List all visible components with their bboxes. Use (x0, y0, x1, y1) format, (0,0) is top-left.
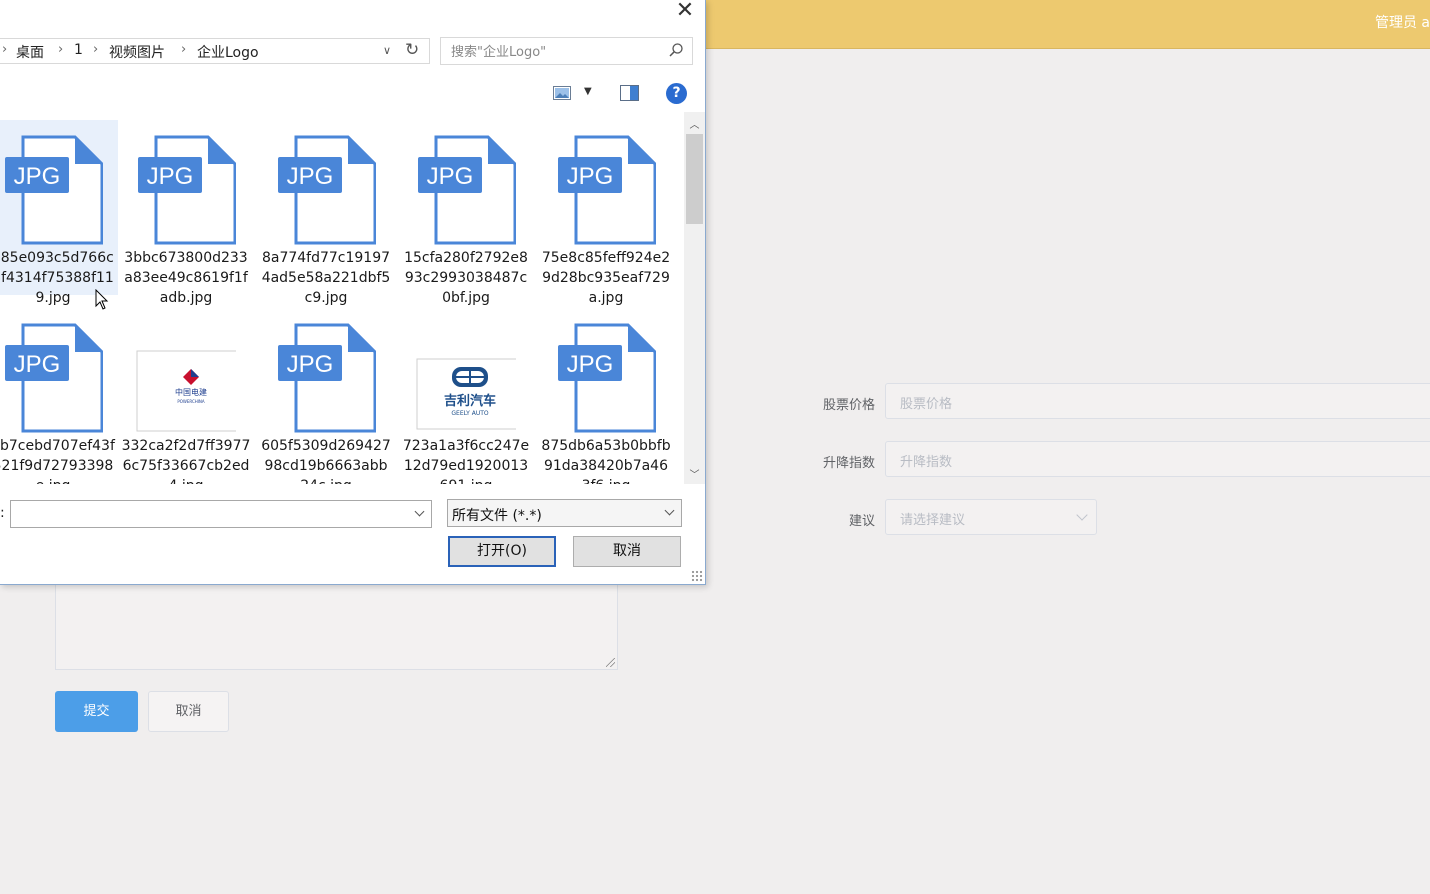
file-type-filter[interactable]: 所有文件 (*.*) (447, 499, 682, 527)
svg-text:GEELY AUTO: GEELY AUTO (451, 410, 489, 417)
index-label: 升降指数 (822, 456, 875, 471)
breadcrumb-video-images[interactable]: 视频图片 (109, 42, 165, 62)
advice-placeholder: 请选择建议 (900, 513, 966, 528)
chevron-down-icon[interactable] (664, 505, 675, 516)
file-name: 15cfa280f2792e893c2993038487c0bf.jpg (404, 250, 528, 306)
user-menu[interactable]: 管理员 a (1375, 12, 1430, 32)
file-item[interactable]: JPG 605f5309d26942798cd19b6663abb24c.jpg (261, 308, 391, 484)
filename-combobox[interactable] (10, 500, 432, 528)
search-input[interactable] (449, 42, 658, 62)
chevron-down-icon[interactable] (414, 506, 425, 517)
stock-price-input[interactable]: 股票价格 (885, 383, 1430, 419)
chevron-down-icon[interactable]: ∨ (383, 44, 391, 57)
resize-grip-icon[interactable] (691, 570, 703, 582)
file-type-filter-value: 所有文件 (*.*) (452, 508, 542, 524)
scrollbar-thumb[interactable] (686, 134, 703, 224)
view-dropdown-icon[interactable]: ▼ (584, 86, 592, 97)
file-name: 875db6a53b0bbfb91da38420b7a463f6.jpg (541, 438, 671, 484)
file-item[interactable]: JPG 8a774fd77c191974ad5e58a221dbf5c9.jpg (261, 120, 391, 306)
jpg-file-icon: JPG (5, 135, 103, 245)
jpg-file-icon: JPG (5, 323, 103, 433)
resize-grip-icon[interactable] (606, 658, 615, 667)
scroll-up-icon[interactable]: ︿ (688, 116, 701, 131)
breadcrumb-1[interactable]: 1 (74, 42, 83, 58)
file-item[interactable]: JPG 3bbc673800d233a83ee49c8619f1fadb.jpg (121, 120, 251, 306)
svg-text:POWERCHINA: POWERCHINA (177, 399, 205, 404)
jpg-badge-text: JPG (14, 351, 61, 378)
vertical-scrollbar[interactable]: ︿ ﹀ (684, 112, 705, 484)
jpg-badge-text: JPG (147, 163, 194, 190)
file-item[interactable]: JPG 75e8c85feff924e29d28bc935eaf729a.jpg (541, 120, 671, 306)
filename-label: : (0, 505, 5, 521)
mouse-cursor-icon (95, 289, 109, 310)
jpg-file-icon: JPG (278, 323, 376, 433)
breadcrumb-desktop[interactable]: 桌面 (16, 42, 44, 62)
preview-pane-icon[interactable] (620, 85, 639, 101)
file-item[interactable]: JPG 875db6a53b0bbfb91da38420b7a463f6.jpg (541, 308, 671, 484)
search-box[interactable] (440, 37, 693, 65)
index-input[interactable]: 升降指数 (885, 441, 1430, 477)
breadcrumb-company-logo[interactable]: 企业Logo (197, 42, 259, 62)
file-name: 3bbc673800d233a83ee49c8619f1fadb.jpg (124, 250, 248, 306)
breadcrumb-separator-icon: › (58, 42, 64, 57)
breadcrumb-separator-icon: › (93, 42, 99, 57)
breadcrumb-separator-icon: › (2, 42, 8, 57)
change-view-icon[interactable] (553, 86, 571, 100)
jpg-file-icon: JPG (558, 323, 656, 433)
advice-label: 建议 (848, 514, 875, 529)
file-item[interactable]: 吉利汽车 GEELY AUTO 723a1a3f6cc247e12d79ed1920… (401, 308, 531, 484)
file-name: 7b7cebd707ef43f521f9d72793398e.jpg (0, 438, 115, 484)
index-placeholder: 升降指数 (900, 455, 953, 470)
stock-price-label: 股票价格 (822, 398, 875, 413)
advice-select[interactable]: 请选择建议 (885, 499, 1097, 535)
help-icon[interactable]: ? (666, 83, 687, 104)
scroll-down-icon[interactable]: ﹀ (688, 466, 701, 481)
file-name: 75e8c85feff924e29d28bc935eaf729a.jpg (541, 250, 671, 306)
file-item[interactable]: JPG a85e093c5d766c8f4314f75388f119.jpg (0, 120, 118, 306)
search-icon[interactable] (668, 42, 684, 58)
close-icon[interactable]: ✕ (674, 0, 696, 22)
file-name: 723a1a3f6cc247e12d79ed1920013691.jpg (402, 438, 530, 484)
address-bar[interactable]: › 桌面 › 1 › 视频图片 › 企业Logo ∨ ↻ (0, 38, 430, 64)
jpg-badge-text: JPG (287, 351, 334, 378)
jpg-badge-text: JPG (14, 163, 61, 190)
file-name: 8a774fd77c191974ad5e58a221dbf5c9.jpg (261, 250, 391, 306)
cancel-button[interactable]: 取消 (148, 691, 229, 732)
breadcrumb-separator-icon: › (181, 42, 187, 57)
chevron-down-icon (1076, 509, 1088, 521)
file-name: 332ca2f2d7ff39776c75f33667cb2ed4.jpg (121, 438, 251, 484)
powerchina-logo-thumbnail: 中国电建 POWERCHINA (136, 350, 236, 432)
jpg-badge-text: JPG (567, 351, 614, 378)
geely-logo-thumbnail: 吉利汽车GEELY AUTO (416, 358, 516, 430)
refresh-icon[interactable]: ↻ (405, 40, 419, 60)
jpg-badge-text: JPG (287, 163, 334, 190)
file-item[interactable]: 中国电建 POWERCHINA 332ca2f2d7ff39776c75f33667… (121, 308, 251, 484)
submit-button[interactable]: 提交 (55, 691, 138, 732)
jpg-file-icon: JPG (558, 135, 656, 245)
svg-text:吉利汽车: 吉利汽车 (444, 393, 496, 409)
jpg-file-icon: JPG (138, 135, 236, 245)
jpg-file-icon: JPG (418, 135, 516, 245)
file-item[interactable]: JPG 7b7cebd707ef43f521f9d72793398e.jpg (0, 308, 118, 484)
jpg-badge-text: JPG (427, 163, 474, 190)
jpg-file-icon: JPG (278, 135, 376, 245)
open-button[interactable]: 打开(O) (448, 536, 556, 567)
file-name: 605f5309d26942798cd19b6663abb24c.jpg (261, 438, 391, 484)
file-item[interactable]: JPG 15cfa280f2792e893c2993038487c0bf.jpg (401, 120, 531, 306)
jpg-badge-text: JPG (567, 163, 614, 190)
svg-text:中国电建: 中国电建 (175, 387, 207, 397)
stock-price-placeholder: 股票价格 (900, 397, 953, 412)
dialog-cancel-button[interactable]: 取消 (573, 536, 681, 567)
